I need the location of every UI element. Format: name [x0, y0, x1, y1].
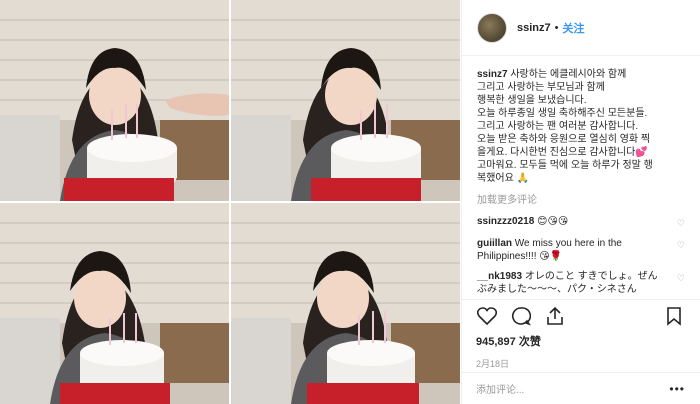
small-heart-icon[interactable]: ♡	[677, 215, 685, 230]
caption-line: 그리고 사랑하는 부모님과 함께	[477, 82, 605, 93]
load-more-comments-link[interactable]: 加载更多评论	[477, 194, 685, 207]
comment-item: ssinzzz0218 😊😘😘 ♡	[477, 215, 685, 230]
share-icon[interactable]	[544, 305, 566, 327]
like-count[interactable]: 945,897 次赞	[476, 333, 685, 349]
post-header: ssinz7 • 关注	[462, 0, 700, 56]
photo-panel-bottom-right	[231, 203, 460, 404]
separator-dot: •	[554, 21, 559, 34]
caption-line: 그리고 사랑하는 팬 여러분 감사합니다.	[477, 121, 639, 132]
follow-button[interactable]: 关注	[563, 20, 585, 36]
comment-item: __nk1983 オレのこと すきでしょ。ぜんぶみました〜〜〜、パク・シネさん …	[477, 270, 685, 296]
post-photo[interactable]	[0, 0, 461, 404]
caption-line: 오늘 받은 축하와 응원으로 열심히 영화 찍	[477, 134, 651, 145]
comment-icon[interactable]	[510, 305, 532, 327]
caption-line: 사랑하는 에클레시아와 함께	[510, 69, 627, 80]
caption-line: 오늘 하루종일 생일 축하해주신 모든분들.	[477, 108, 648, 119]
small-heart-icon[interactable]: ♡	[677, 237, 685, 263]
post-date[interactable]: 2月18日	[476, 357, 685, 370]
caption-line: 을게요. 다시한번 진심으로 감사합니다💕	[477, 147, 648, 158]
caption-username[interactable]: ssinz7	[477, 69, 508, 80]
add-comment-input[interactable]: 添加评论...	[476, 381, 524, 396]
comment-username[interactable]: ssinzzz0218	[477, 216, 534, 227]
photo-panel-bottom-left	[0, 203, 229, 404]
comment-text: ssinzzz0218 😊😘😘	[477, 215, 667, 230]
comment-body: 😊😘😘	[534, 216, 569, 227]
comment-text: __nk1983 オレのこと すきでしょ。ぜんぶみました〜〜〜、パク・シネさん	[477, 270, 667, 296]
comment-text: guiillan We miss you here in the Philipp…	[477, 237, 667, 263]
comments-area: ssinz7 사랑하는 에클레시아와 함께 그리고 사랑하는 부모님과 함께 행…	[462, 56, 700, 296]
caption-line: 고마워요. 모두들 먹에 오늘 하루가 정말 행	[477, 160, 653, 171]
bookmark-icon[interactable]	[663, 305, 685, 327]
comment-username[interactable]: guiillan	[477, 238, 512, 249]
photo-panel-top-right	[231, 0, 460, 201]
more-options-icon[interactable]: •••	[669, 382, 685, 396]
caption-line: 행복한 생일을 보냈습니다.	[477, 95, 587, 106]
post-actions: 945,897 次赞 2月18日	[461, 299, 700, 370]
heart-icon[interactable]	[476, 305, 498, 327]
action-icons	[476, 300, 685, 332]
caption: ssinz7 사랑하는 에클레시아와 함께 그리고 사랑하는 부모님과 함께 행…	[477, 68, 685, 185]
avatar[interactable]	[477, 12, 507, 43]
small-heart-icon[interactable]: ♡	[677, 270, 685, 296]
caption-line: 복했어요 🙏	[477, 173, 530, 184]
add-comment-bar: 添加评论... •••	[461, 372, 700, 404]
instagram-post: ssinz7 • 关注 ssinz7 사랑하는 에클레시아와 함께 그리고 사랑…	[0, 0, 700, 404]
username-link[interactable]: ssinz7	[517, 22, 551, 34]
comment-item: guiillan We miss you here in the Philipp…	[477, 237, 685, 263]
comment-username[interactable]: __nk1983	[477, 271, 522, 282]
photo-panel-top-left	[0, 0, 229, 201]
